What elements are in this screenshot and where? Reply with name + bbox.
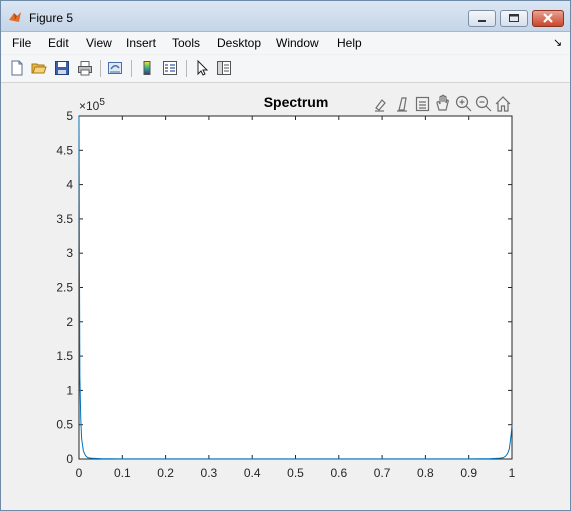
y-tick-label: 0 <box>66 452 73 466</box>
home-icon[interactable] <box>495 96 511 112</box>
y-exponent-power: 5 <box>99 97 105 108</box>
y-tick-label: 3 <box>66 246 73 260</box>
y-tick-label: 0.5 <box>56 418 73 432</box>
x-tick-label: 0.8 <box>417 466 434 480</box>
zoom-in-icon[interactable] <box>455 95 472 112</box>
y-tick-label: 2.5 <box>56 281 73 295</box>
y-tick-label: 1.5 <box>56 349 73 363</box>
x-tick-label: 0.6 <box>330 466 347 480</box>
brush-icon[interactable] <box>375 99 386 112</box>
x-tick-label: 0.7 <box>374 466 391 480</box>
pan-icon[interactable] <box>436 94 449 111</box>
y-exponent-label: ×105 <box>79 97 105 113</box>
x-tick-label: 1 <box>509 466 516 480</box>
zoom-out-icon[interactable] <box>475 95 492 112</box>
x-tick-label: 0.4 <box>244 466 261 480</box>
data-tips-icon[interactable] <box>397 97 407 112</box>
y-tick-label: 4.5 <box>56 143 73 157</box>
figure-window: Figure 5 File Edit View Insert Tools Des… <box>0 0 571 511</box>
chart-title: Spectrum <box>264 94 329 110</box>
y-tick-label: 1 <box>66 383 73 397</box>
axes-area[interactable] <box>78 115 513 460</box>
x-tick-label: 0.5 <box>287 466 304 480</box>
x-tick-label: 0.9 <box>460 466 477 480</box>
y-tick-label: 5 <box>66 109 73 123</box>
export-icon[interactable] <box>415 96 430 112</box>
y-tick-label: 3.5 <box>56 212 73 226</box>
y-exponent-base: ×10 <box>79 99 100 113</box>
axes-toolbar <box>375 94 511 112</box>
x-tick-label: 0.2 <box>157 466 174 480</box>
x-tick-label: 0 <box>76 466 83 480</box>
x-tick-label: 0.1 <box>114 466 131 480</box>
y-tick-label: 4 <box>66 178 73 192</box>
y-tick-label: 2 <box>66 315 73 329</box>
x-tick-label: 0.3 <box>201 466 218 480</box>
plot-chart: 0 0.1 0.2 0.3 0.4 0.5 0.6 0.7 0.8 0.9 1 0 0.5 1 1.5 2 2.… <box>56 94 516 480</box>
